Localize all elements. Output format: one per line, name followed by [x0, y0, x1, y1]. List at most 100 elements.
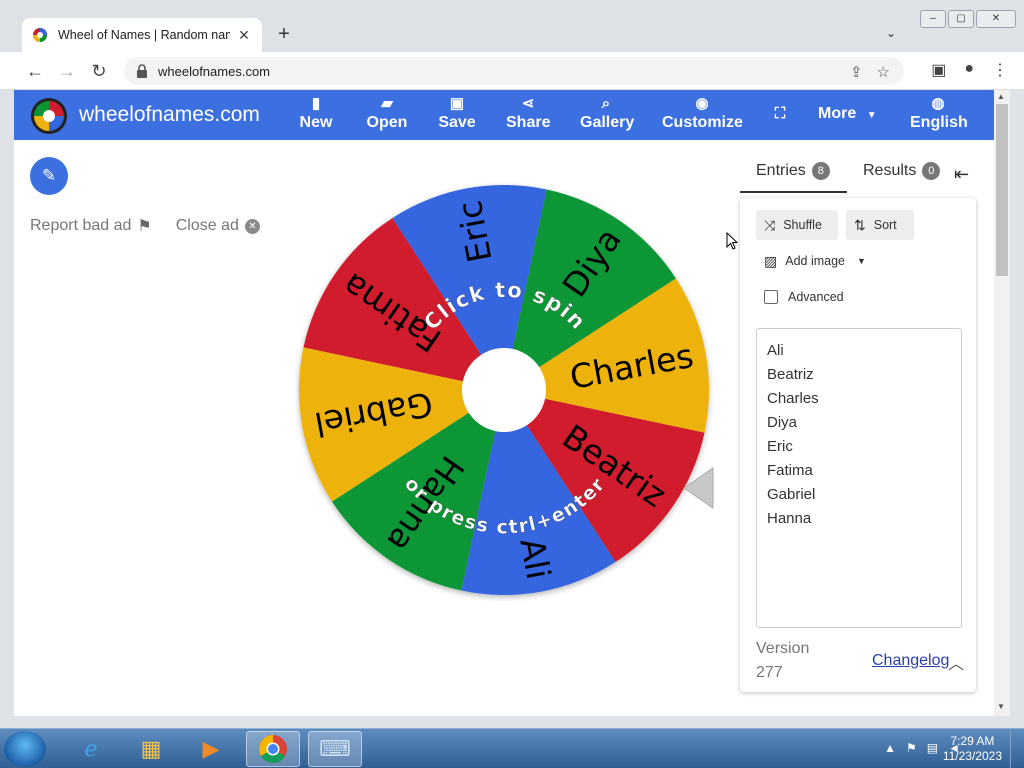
- lock-icon: [137, 64, 147, 78]
- flag-icon[interactable]: ⚑: [137, 216, 151, 236]
- keyboard-app-icon[interactable]: ⌨: [308, 731, 362, 767]
- report-bad-ad-link[interactable]: Report bad ad: [30, 217, 131, 235]
- chevron-up-icon[interactable]: ︿: [948, 650, 964, 674]
- window-controls: – ▢ ✕: [920, 10, 1016, 28]
- scroll-up-arrow-icon[interactable]: ▲: [997, 92, 1005, 101]
- show-desktop-button[interactable]: [1010, 729, 1024, 768]
- side-panel-icon[interactable]: ▣: [931, 60, 946, 80]
- start-button[interactable]: [4, 731, 46, 767]
- entries-textarea[interactable]: Ali Beatriz Charles Diya Eric Fatima Gabriel Ha…: [756, 328, 962, 628]
- ad-controls: Report bad ad ⚑ Close ad ✕: [30, 216, 260, 236]
- fullscreen-button[interactable]: ⛶: [770, 104, 790, 124]
- entry-line: Fatima: [767, 462, 813, 479]
- share-button[interactable]: ⋖ Share: [506, 94, 550, 132]
- entries-panel: ⤨ Shuffle ⇅ Sort ▨ Add image ▼ Advanced …: [740, 198, 976, 692]
- windows-taskbar: ℯ ▦ ▶ ⌨ ▲ ⚑ ▤ ◄ 7:29 AM 11/23/2023: [0, 728, 1024, 768]
- add-image-button[interactable]: ▨ Add image ▼: [756, 246, 876, 276]
- palette-icon: ◉: [695, 95, 709, 112]
- folder-icon: ▰: [381, 95, 393, 112]
- entry-line: Hanna: [767, 510, 812, 527]
- new-button[interactable]: ▮ New: [299, 94, 333, 132]
- advanced-toggle[interactable]: Advanced: [764, 290, 844, 304]
- menu-kebab-icon[interactable]: ⋮: [992, 60, 1008, 80]
- open-button[interactable]: ▰ Open: [365, 94, 409, 132]
- bookmark-star-icon[interactable]: ☆: [877, 63, 890, 81]
- mouse-cursor-icon: [726, 232, 738, 250]
- url-text: wheelofnames.com: [158, 63, 270, 79]
- chrome-taskbar-icon[interactable]: [246, 731, 300, 767]
- system-clock[interactable]: 7:29 AM 11/23/2023: [943, 734, 1002, 764]
- close-window-button[interactable]: ✕: [976, 10, 1016, 28]
- name-wheel[interactable]: AliBeatrizCharlesDiyaEricFatimaGabrielHa…: [295, 181, 715, 601]
- entry-line: Ali: [767, 342, 784, 359]
- action-center-icon[interactable]: ⚑: [906, 741, 917, 755]
- tab-title: Wheel of Names | Random name: [58, 28, 230, 42]
- share-page-icon[interactable]: ⇪: [850, 63, 863, 81]
- browser-toolbar: ← → ↻ wheelofnames.com ⇪ ☆ ▣ ● ⋮: [0, 52, 1024, 90]
- save-icon: ▣: [449, 95, 465, 112]
- scroll-down-arrow-icon[interactable]: ▼: [997, 702, 1005, 711]
- edit-button[interactable]: ✎: [30, 157, 68, 195]
- internet-explorer-icon[interactable]: ℯ: [64, 731, 118, 767]
- tab-results[interactable]: Results 0: [863, 162, 941, 180]
- shuffle-icon: ⤨: [764, 216, 776, 233]
- gallery-button[interactable]: ⌕ Gallery: [580, 94, 634, 132]
- media-player-icon[interactable]: ▶: [184, 731, 238, 767]
- sort-icon: ⇅: [854, 216, 866, 233]
- app-header: wheelofnames.com ▮ New ▰ Open ▣ Save ⋖ S…: [14, 90, 994, 140]
- page-scrollbar[interactable]: ▲ ▼: [994, 90, 1010, 716]
- new-tab-button[interactable]: +: [274, 24, 294, 44]
- entry-line: Gabriel: [767, 486, 816, 503]
- entry-line: Diya: [767, 414, 798, 431]
- back-icon[interactable]: ←: [24, 60, 46, 82]
- advanced-checkbox[interactable]: [764, 290, 778, 304]
- brand-title[interactable]: wheelofnames.com: [79, 103, 260, 127]
- chevron-down-icon: ▼: [866, 110, 877, 121]
- scroll-thumb[interactable]: [996, 104, 1008, 276]
- tab-entries[interactable]: Entries 8: [756, 162, 830, 180]
- clock-date: 11/23/2023: [942, 749, 1002, 763]
- wheel-logo-icon[interactable]: [30, 97, 68, 135]
- customize-button[interactable]: ◉ Customize: [662, 94, 743, 132]
- entry-line: Beatriz: [767, 366, 814, 383]
- web-page: wheelofnames.com ▮ New ▰ Open ▣ Save ⋖ S…: [14, 90, 994, 716]
- tray-expand-icon[interactable]: ▲: [884, 741, 896, 755]
- shuffle-button[interactable]: ⤨ Shuffle: [756, 210, 838, 240]
- tab-close-icon[interactable]: ✕: [236, 27, 252, 44]
- chrome-icon: [259, 735, 287, 763]
- fullscreen-icon: ⛶: [774, 105, 786, 122]
- save-button[interactable]: ▣ Save: [438, 94, 476, 132]
- sort-button[interactable]: ⇅ Sort: [846, 210, 914, 240]
- search-icon: ⌕: [601, 95, 611, 112]
- browser-tab[interactable]: Wheel of Names | Random name ✕: [22, 18, 262, 52]
- results-count-badge: 0: [922, 162, 941, 180]
- share-icon: ⋖: [521, 95, 535, 112]
- wheel-center: [462, 348, 546, 432]
- network-icon[interactable]: ▤: [927, 741, 938, 755]
- clock-time: 7:29 AM: [950, 734, 995, 748]
- image-icon: ▨: [764, 252, 778, 269]
- entry-line: Charles: [767, 390, 819, 407]
- more-button[interactable]: More ▼: [818, 105, 882, 123]
- caret-down-icon: ▼: [857, 256, 866, 266]
- forward-icon[interactable]: →: [56, 60, 78, 82]
- tab-search-icon[interactable]: ⌄: [886, 26, 896, 40]
- language-button[interactable]: ◍ English: [910, 94, 968, 132]
- globe-icon: ◍: [931, 95, 945, 112]
- close-ad-icon[interactable]: ✕: [244, 218, 260, 234]
- profile-icon[interactable]: ●: [964, 60, 974, 80]
- close-ad-link[interactable]: Close ad: [176, 217, 239, 235]
- file-explorer-icon[interactable]: ▦: [124, 731, 178, 767]
- wheel-favicon-icon: [33, 28, 47, 42]
- tab-strip: Wheel of Names | Random name ✕ + ⌄ – ▢ ✕: [0, 0, 1024, 52]
- active-tab-indicator: [740, 191, 847, 193]
- reload-icon[interactable]: ↻: [88, 60, 110, 82]
- entries-count-badge: 8: [811, 162, 830, 180]
- maximize-button[interactable]: ▢: [948, 10, 974, 28]
- collapse-sidebar-icon[interactable]: ⇤: [954, 164, 969, 185]
- address-bar[interactable]: wheelofnames.com ⇪ ☆: [124, 57, 904, 85]
- minimize-button[interactable]: –: [920, 10, 946, 28]
- file-icon: ▮: [311, 95, 321, 112]
- changelog-link[interactable]: Changelog: [872, 652, 949, 670]
- entry-line: Eric: [767, 438, 793, 455]
